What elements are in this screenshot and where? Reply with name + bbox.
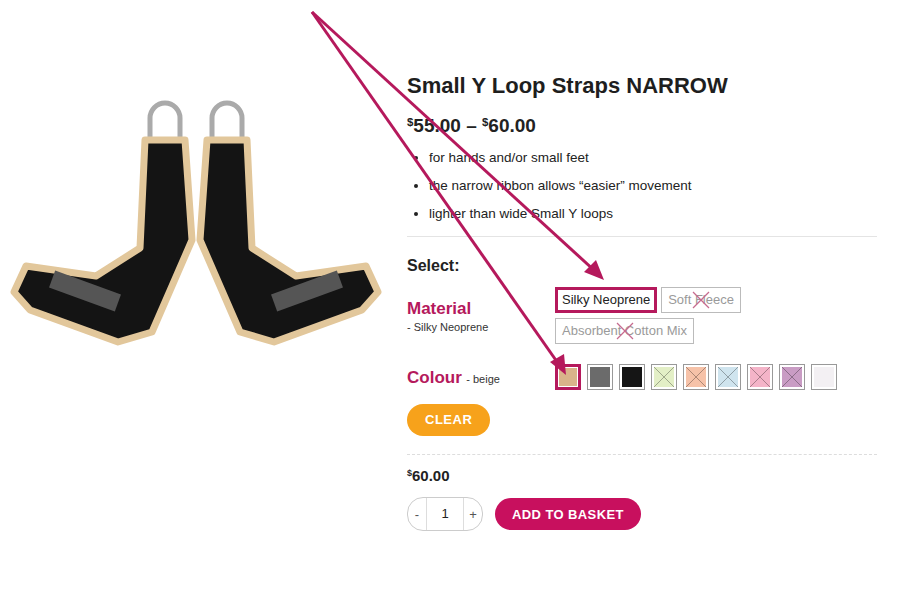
divider [407,236,877,237]
feature-item: the narrow ribbon allows “easier” moveme… [429,172,877,200]
colour-swatches [555,364,837,390]
select-heading: Select: [407,255,877,277]
material-option[interactable]: Soft Fleece [661,287,741,313]
product-photo [0,0,400,590]
selected-price: $60.00 [407,463,877,486]
product-info: Small Y Loop Straps NARROW $55.00 – $60.… [400,0,877,590]
unavailable-icon [654,367,674,387]
quantity-stepper: - 1 + [407,497,483,531]
increase-button[interactable]: + [464,507,482,522]
quantity-input[interactable]: 1 [426,498,464,530]
unavailable-icon [691,290,711,310]
product-page: Small Y Loop Straps NARROW $55.00 – $60.… [0,0,900,590]
colour-swatch[interactable] [587,364,613,390]
colour-swatch[interactable] [683,364,709,390]
feature-list: for hands and/or small feetthe narrow ri… [407,144,877,228]
straps-image [0,0,390,420]
annotation-arrows [0,0,900,590]
divider [407,454,877,455]
decrease-button[interactable]: - [408,507,426,522]
price-range: $55.00 – $60.00 [407,110,877,138]
material-label: Material - Silky Neoprene [407,287,555,344]
colour-label: Colour - beige [407,364,555,388]
colour-row: Colour - beige [407,364,877,390]
material-options: Silky Neoprene Soft Fleece Absorbent Cot… [555,287,755,344]
colour-swatch[interactable] [747,364,773,390]
unavailable-icon [686,367,706,387]
colour-swatch[interactable] [779,364,805,390]
unavailable-icon [718,367,738,387]
material-row: Material - Silky Neoprene Silky Neoprene… [407,287,877,344]
purchase-row: - 1 + ADD TO BASKET [407,497,877,531]
add-to-basket-button[interactable]: ADD TO BASKET [495,498,641,530]
product-title: Small Y Loop Straps NARROW [407,72,877,100]
colour-swatch[interactable] [619,364,645,390]
colour-swatch[interactable] [715,364,741,390]
feature-item: for hands and/or small feet [429,144,877,172]
clear-button[interactable]: CLEAR [407,404,490,436]
feature-item: lighter than wide Small Y loops [429,200,877,228]
colour-swatch[interactable] [651,364,677,390]
material-option[interactable]: Absorbent Cotton Mix [555,318,694,344]
colour-swatch[interactable] [811,364,837,390]
material-option[interactable]: Silky Neoprene [555,287,657,313]
colour-swatch[interactable] [555,364,581,390]
unavailable-icon [615,321,635,341]
unavailable-icon [750,367,770,387]
unavailable-icon [782,367,802,387]
